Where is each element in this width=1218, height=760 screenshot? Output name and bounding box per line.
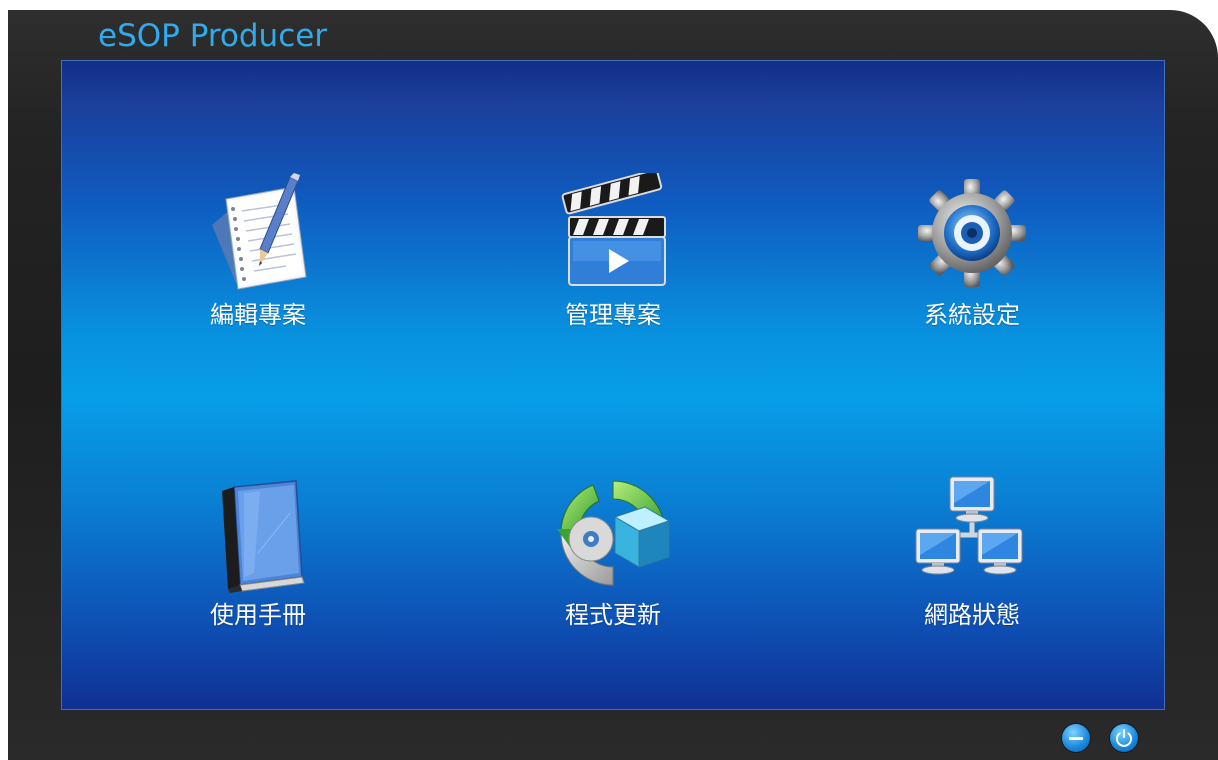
menu-item-manage-project[interactable]: 管理專案: [513, 169, 713, 338]
app-window: eSOP Producer 編輯專案 管理專案 系統設定 使用手冊 程式更新 網…: [8, 10, 1218, 760]
manual-book-icon: [198, 473, 318, 593]
menu-item-label: 使用手冊: [210, 601, 306, 629]
network-icon: [912, 473, 1032, 593]
minimize-icon: [1069, 737, 1083, 740]
menu-item-system-settings[interactable]: 系統設定: [872, 173, 1072, 338]
menu-item-label: 網路狀態: [924, 601, 1020, 629]
main-menu-panel: 編輯專案 管理專案 系統設定 使用手冊 程式更新 網路狀態: [61, 60, 1165, 710]
menu-item-label: 程式更新: [565, 601, 661, 629]
app-title: eSOP Producer: [98, 18, 328, 54]
minimize-button[interactable]: [1062, 724, 1090, 752]
menu-item-edit-project[interactable]: 編輯專案: [158, 173, 358, 338]
gear-icon: [912, 173, 1032, 293]
menu-item-label: 編輯專案: [210, 301, 306, 329]
edit-document-icon: [198, 173, 318, 293]
menu-item-label: 系統設定: [924, 301, 1020, 329]
menu-item-network-status[interactable]: 網路狀態: [872, 473, 1072, 638]
menu-item-user-manual[interactable]: 使用手冊: [158, 473, 358, 638]
power-button[interactable]: [1110, 724, 1138, 752]
update-icon: [553, 473, 673, 593]
power-icon: [1116, 729, 1132, 747]
menu-item-label: 管理專案: [565, 301, 661, 329]
menu-item-program-update[interactable]: 程式更新: [513, 473, 713, 638]
clapperboard-icon: [553, 169, 673, 293]
